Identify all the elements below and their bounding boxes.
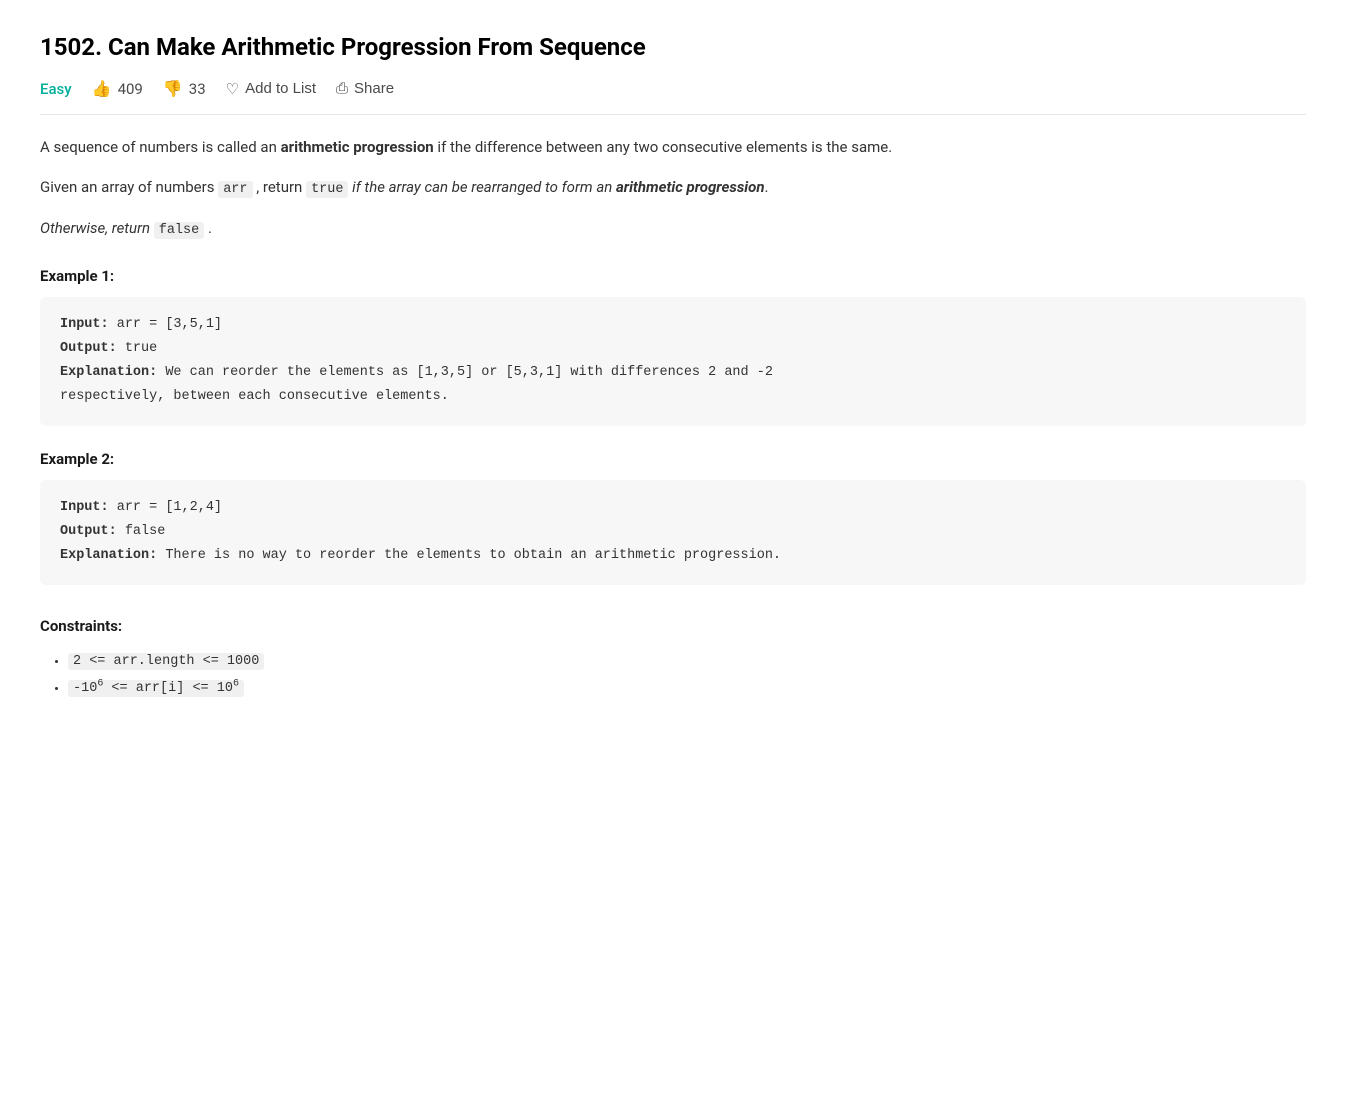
example-2-input: Input: arr = [1,2,4] (60, 496, 1286, 520)
difficulty-badge: Easy (40, 80, 72, 98)
thumbs-down-icon[interactable]: 👎 (163, 79, 183, 98)
example-1-title: Example 1: (40, 267, 1306, 285)
share-icon: ⎙ (336, 80, 348, 97)
thumbs-up-icon[interactable]: 👍 (92, 79, 112, 98)
add-to-list-label: Add to List (245, 80, 316, 97)
constraints-list: 2 <= arr.length <= 1000 -106 <= arr[i] <… (40, 649, 1306, 702)
problem-description: A sequence of numbers is called an arith… (40, 135, 1306, 242)
downvote-count: 33 (189, 80, 206, 98)
meta-bar: Easy 👍 409 👎 33 ♡ Add to List ⎙ Share (40, 79, 1306, 115)
example-1-output: Output: true (60, 337, 1286, 361)
heart-icon: ♡ (226, 80, 239, 98)
example-1-section: Example 1: Input: arr = [3,5,1] Output: … (40, 267, 1306, 426)
description-paragraph-2: Given an array of numbers arr , return t… (40, 175, 1306, 202)
add-to-list-button[interactable]: ♡ Add to List (226, 80, 316, 98)
example-2-code-block: Input: arr = [1,2,4] Output: false Expla… (40, 480, 1306, 585)
problem-title: 1502. Can Make Arithmetic Progression Fr… (40, 32, 1306, 63)
constraint-2: -106 <= arr[i] <= 106 (68, 674, 1306, 701)
description-paragraph-1: A sequence of numbers is called an arith… (40, 135, 1306, 161)
example-1-input: Input: arr = [3,5,1] (60, 313, 1286, 337)
share-label: Share (354, 80, 394, 97)
example-1-explanation-cont: respectively, between each consecutive e… (60, 385, 1286, 409)
example-1-explanation: Explanation: We can reorder the elements… (60, 361, 1286, 385)
constraints-section: Constraints: 2 <= arr.length <= 1000 -10… (40, 617, 1306, 702)
downvote-item: 👎 33 (163, 79, 206, 98)
example-2-output: Output: false (60, 520, 1286, 544)
description-paragraph-3: Otherwise, return false . (40, 216, 1306, 243)
upvote-count: 409 (118, 80, 143, 98)
constraint-1: 2 <= arr.length <= 1000 (68, 649, 1306, 675)
example-2-explanation: Explanation: There is no way to reorder … (60, 544, 1286, 568)
constraints-title: Constraints: (40, 617, 1306, 635)
example-1-code-block: Input: arr = [3,5,1] Output: true Explan… (40, 297, 1306, 426)
example-2-section: Example 2: Input: arr = [1,2,4] Output: … (40, 450, 1306, 585)
example-2-title: Example 2: (40, 450, 1306, 468)
share-button[interactable]: ⎙ Share (336, 80, 394, 97)
upvote-item: 👍 409 (92, 79, 143, 98)
